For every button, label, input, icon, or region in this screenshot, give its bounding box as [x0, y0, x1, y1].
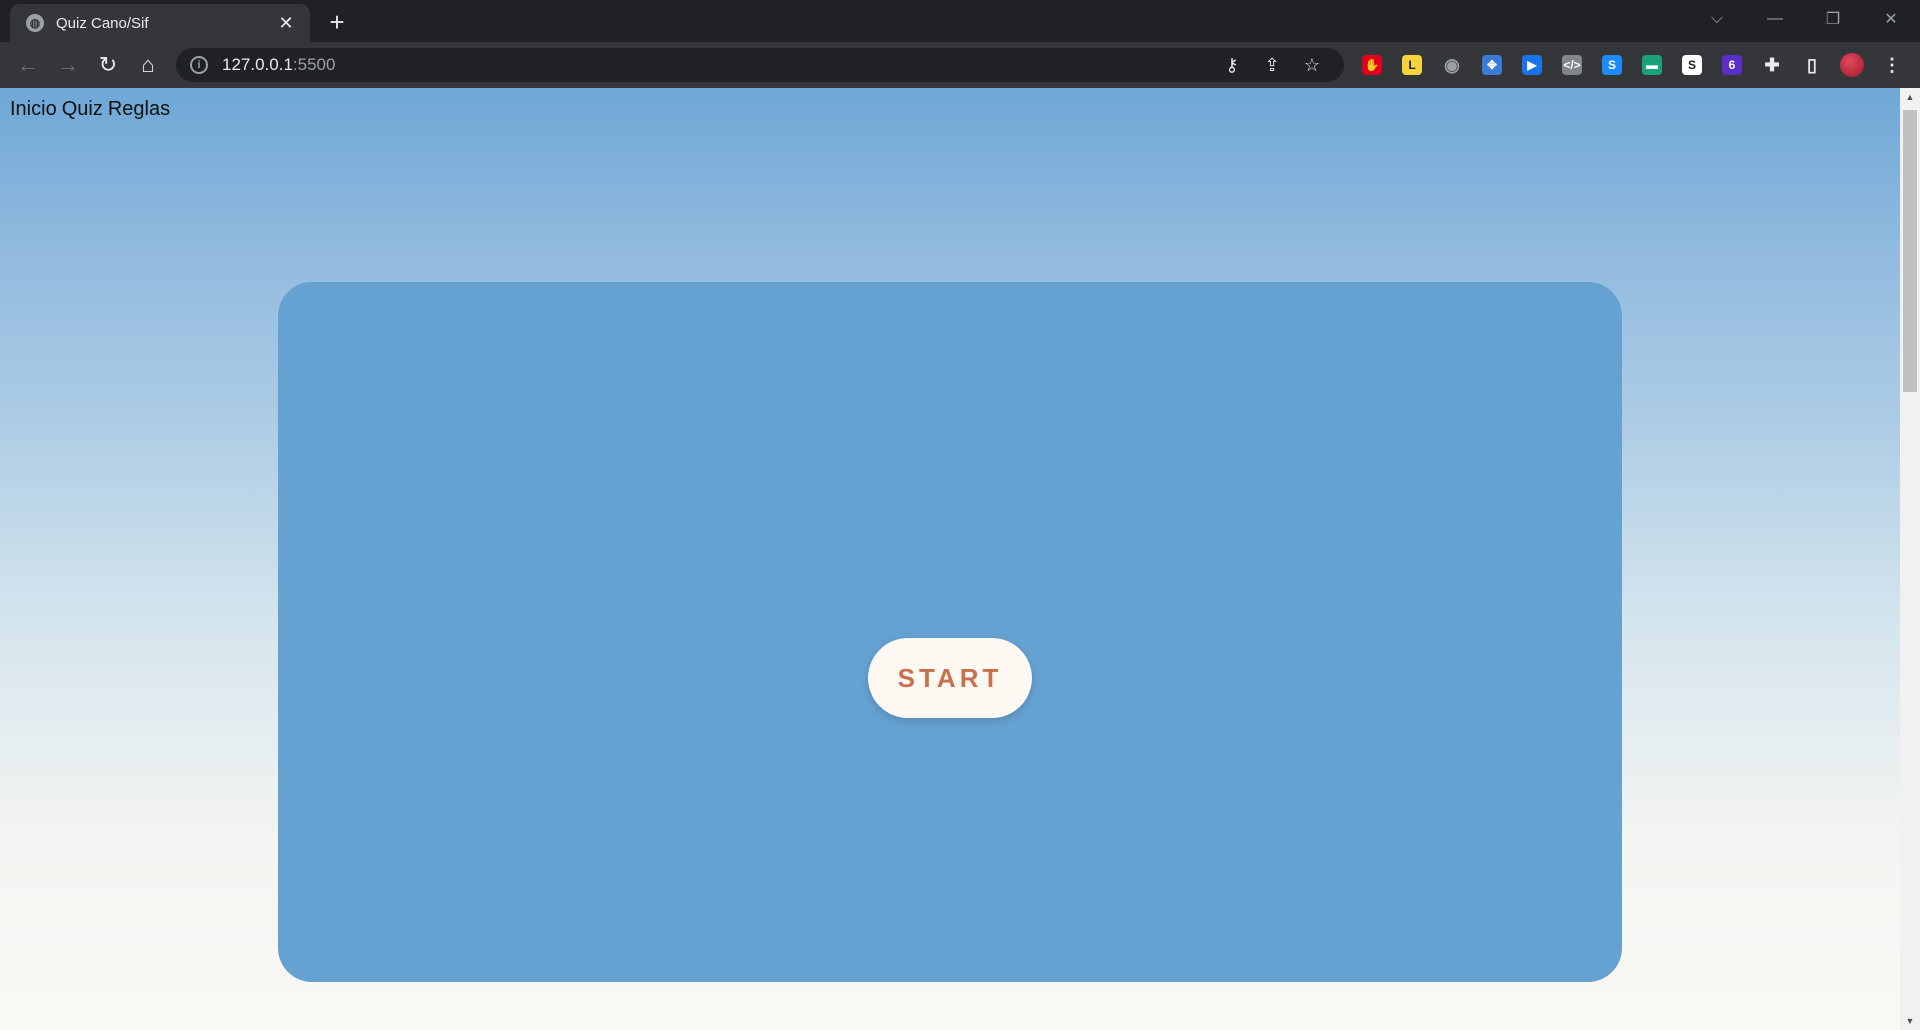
- tab-title: Quiz Cano/Sif: [56, 14, 149, 32]
- extension-card-icon[interactable]: ▬: [1632, 45, 1672, 85]
- minimize-button[interactable]: —: [1746, 0, 1804, 38]
- menu-icon[interactable]: ⋮: [1872, 45, 1912, 85]
- new-tab-button[interactable]: +: [322, 8, 352, 38]
- quiz-card: START: [278, 282, 1622, 982]
- start-button[interactable]: START: [868, 638, 1032, 718]
- url-port: :5500: [292, 55, 336, 74]
- password-key-icon[interactable]: ⚷: [1212, 55, 1252, 76]
- extension-badge-icon[interactable]: 6: [1712, 45, 1752, 85]
- extension-l-icon[interactable]: L: [1392, 45, 1432, 85]
- scroll-up-icon[interactable]: ▲: [1900, 88, 1920, 106]
- window-controls: ⌵ — ❐ ✕: [1688, 0, 1920, 38]
- top-nav: Inicio Quiz Reglas: [10, 98, 170, 121]
- address-bar[interactable]: i 127.0.0.1:5500 ⚷ ⇪ ☆: [176, 48, 1344, 82]
- code-icon[interactable]: </>: [1552, 45, 1592, 85]
- close-tab-icon[interactable]: ✕: [274, 13, 298, 34]
- nav-link-quiz[interactable]: Quiz: [62, 98, 103, 121]
- avatar[interactable]: [1832, 45, 1872, 85]
- tab-strip: ◍ Quiz Cano/Sif ✕ + ⌵ — ❐ ✕: [0, 0, 1920, 42]
- puzzle-icon[interactable]: ✚: [1752, 45, 1792, 85]
- tab-search-icon[interactable]: ⌵: [1688, 0, 1746, 38]
- url-host: 127.0.0.1: [222, 55, 293, 74]
- reload-button[interactable]: ↻: [88, 45, 128, 85]
- forward-button[interactable]: →: [48, 45, 88, 85]
- shazam-icon[interactable]: S: [1592, 45, 1632, 85]
- globe-icon: ◍: [26, 14, 44, 32]
- close-window-button[interactable]: ✕: [1862, 0, 1920, 38]
- adblock-icon[interactable]: ✋: [1352, 45, 1392, 85]
- camera-icon[interactable]: ◉: [1432, 45, 1472, 85]
- scrollbar-thumb[interactable]: [1903, 110, 1917, 392]
- extensions-bar: ✋ L ◉ ✥ ▶ </> S ▬ S 6 ✚ ▯ ⋮: [1352, 42, 1912, 88]
- share-icon[interactable]: ⇪: [1252, 55, 1292, 76]
- url-text[interactable]: 127.0.0.1:5500: [222, 55, 1212, 75]
- extension-grid-icon[interactable]: ✥: [1472, 45, 1512, 85]
- back-button[interactable]: ←: [8, 45, 48, 85]
- extension-play-icon[interactable]: ▶: [1512, 45, 1552, 85]
- browser-toolbar: ← → ↻ ⌂ i 127.0.0.1:5500 ⚷ ⇪ ☆ ✋ L ◉ ✥ ▶ </> S…: [0, 42, 1920, 88]
- bookmark-star-icon[interactable]: ☆: [1292, 55, 1332, 76]
- restore-button[interactable]: ❐: [1804, 0, 1862, 38]
- scroll-down-icon[interactable]: ▼: [1900, 1012, 1920, 1030]
- sidepanel-icon[interactable]: ▯: [1792, 45, 1832, 85]
- page-scrollbar[interactable]: ▲ ▼: [1900, 88, 1920, 1030]
- extension-s-icon[interactable]: S: [1672, 45, 1712, 85]
- nav-link-reglas[interactable]: Reglas: [108, 98, 170, 121]
- home-button[interactable]: ⌂: [128, 45, 168, 85]
- page-viewport: Inicio Quiz Reglas START: [0, 88, 1900, 1030]
- browser-tab[interactable]: ◍ Quiz Cano/Sif ✕: [10, 4, 310, 42]
- nav-link-inicio[interactable]: Inicio: [10, 98, 57, 121]
- site-info-icon[interactable]: i: [190, 56, 208, 74]
